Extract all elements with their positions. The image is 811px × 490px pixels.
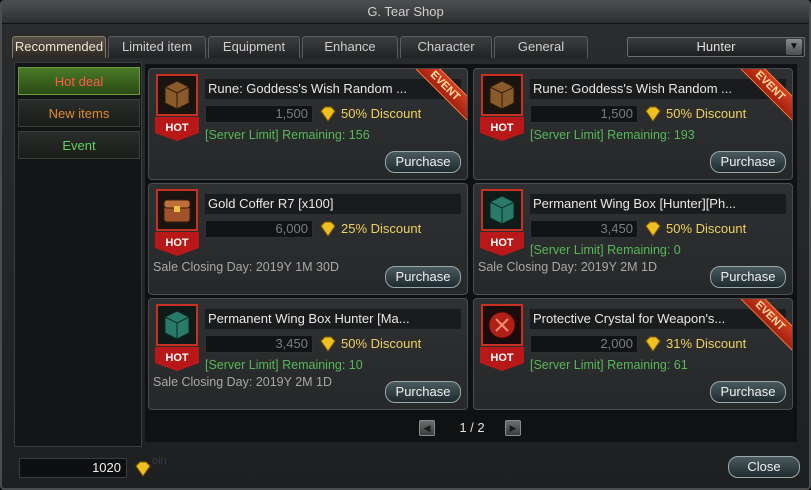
tab-equipment[interactable]: Equipment: [208, 36, 300, 58]
product-discount: 50% Discount: [666, 106, 747, 121]
hot-badge: HOT: [165, 237, 189, 249]
sidebar: Hot deal New items Event: [14, 62, 142, 447]
pagination: ◀ 1 / 2 ▶: [417, 420, 527, 438]
product-discount: 31% Discount: [666, 336, 747, 351]
server-limit: [Server Limit] Remaining: 61: [530, 358, 688, 372]
product-card: HOT Rune: Goddess's Wish Random ... 1,50…: [473, 68, 793, 180]
gem-icon: [320, 221, 336, 237]
prev-page-button[interactable]: ◀: [419, 420, 435, 436]
product-price: 3,450: [205, 335, 313, 353]
product-discount: 25% Discount: [341, 221, 422, 236]
category-tabs: Recommended Limited item Equipment Enhan…: [12, 36, 590, 58]
chest-brown-icon: HOT: [480, 74, 524, 141]
product-name: Rune: Goddess's Wish Random ...: [530, 79, 786, 99]
gem-icon: [645, 336, 661, 352]
close-button[interactable]: Close: [728, 456, 800, 478]
gold-coffer-icon: HOT: [155, 189, 199, 256]
sidebar-item-event[interactable]: Event: [18, 131, 140, 159]
gem-icon: [320, 106, 336, 122]
hot-badge: HOT: [165, 352, 189, 364]
product-card: HOT Gold Coffer R7 [x100] 6,000 25% Disc…: [148, 183, 468, 295]
purchase-button[interactable]: Purchase: [385, 266, 461, 288]
product-name: Permanent Wing Box Hunter [Ma...: [205, 309, 461, 329]
sale-closing-day: Sale Closing Day: 2019Y 2M 1D: [153, 375, 333, 389]
gem-balance: 1020: [19, 458, 127, 478]
hot-badge: HOT: [165, 122, 189, 134]
purchase-button[interactable]: Purchase: [710, 381, 786, 403]
gem-icon: [645, 106, 661, 122]
server-limit: [Server Limit] Remaining: 156: [205, 128, 370, 142]
product-price: 6,000: [205, 220, 313, 238]
product-name: Protective Crystal for Weapon's...: [530, 309, 786, 329]
product-price: 1,500: [530, 105, 638, 123]
sidebar-item-hot-deal[interactable]: Hot deal: [18, 67, 140, 95]
class-select-value: Hunter: [696, 39, 736, 54]
window-title: G. Tear Shop: [2, 2, 809, 24]
tab-enhance[interactable]: Enhance: [302, 36, 398, 58]
product-card: HOT Rune: Goddess's Wish Random ... 1,50…: [148, 68, 468, 180]
hot-badge: HOT: [490, 237, 514, 249]
product-name: Gold Coffer R7 [x100]: [205, 194, 461, 214]
product-discount: 50% Discount: [341, 106, 422, 121]
chevron-down-icon[interactable]: ▼: [786, 39, 802, 55]
purchase-button[interactable]: Purchase: [385, 381, 461, 403]
server-limit: [Server Limit] Remaining: 0: [530, 243, 681, 257]
gem-icon: [135, 461, 151, 477]
server-limit: [Server Limit] Remaining: 10: [205, 358, 363, 372]
purchase-button[interactable]: Purchase: [710, 266, 786, 288]
product-discount: 50% Discount: [341, 336, 422, 351]
product-card: HOT Permanent Wing Box Hunter [Ma... 3,4…: [148, 298, 468, 410]
tab-character[interactable]: Character: [400, 36, 492, 58]
page-indicator: 1 / 2: [459, 420, 485, 435]
product-card: HOT Permanent Wing Box [Hunter][Ph... 3,…: [473, 183, 793, 295]
gem-icon: [320, 336, 336, 352]
tab-recommended[interactable]: Recommended: [12, 36, 106, 58]
product-price: 2,000: [530, 335, 638, 353]
chest-brown-icon: HOT: [155, 74, 199, 141]
hot-badge: HOT: [490, 122, 514, 134]
sale-closing-day: Sale Closing Day: 2019Y 2M 1D: [478, 260, 658, 274]
hot-badge: HOT: [490, 352, 514, 364]
coin-label: oin: [152, 455, 167, 467]
gem-icon: [645, 221, 661, 237]
tab-limited-item[interactable]: Limited item: [108, 36, 206, 58]
product-price: 3,450: [530, 220, 638, 238]
shop-window: G. Tear Shop Recommended Limited item Eq…: [0, 0, 811, 490]
product-price: 1,500: [205, 105, 313, 123]
sidebar-item-new-items[interactable]: New items: [18, 99, 140, 127]
chest-teal-icon: HOT: [480, 189, 524, 256]
next-page-button[interactable]: ▶: [505, 420, 521, 436]
product-name: Rune: Goddess's Wish Random ...: [205, 79, 461, 99]
product-card: HOT Protective Crystal for Weapon's... 2…: [473, 298, 793, 410]
class-select[interactable]: Hunter ▼: [627, 37, 805, 57]
product-discount: 50% Discount: [666, 221, 747, 236]
red-crystal-icon: HOT: [480, 304, 524, 371]
sale-closing-day: Sale Closing Day: 2019Y 1M 30D: [153, 260, 339, 274]
tab-general[interactable]: General: [494, 36, 588, 58]
server-limit: [Server Limit] Remaining: 193: [530, 128, 695, 142]
purchase-button[interactable]: Purchase: [710, 151, 786, 173]
chest-teal-icon: HOT: [155, 304, 199, 371]
product-name: Permanent Wing Box [Hunter][Ph...: [530, 194, 786, 214]
purchase-button[interactable]: Purchase: [385, 151, 461, 173]
